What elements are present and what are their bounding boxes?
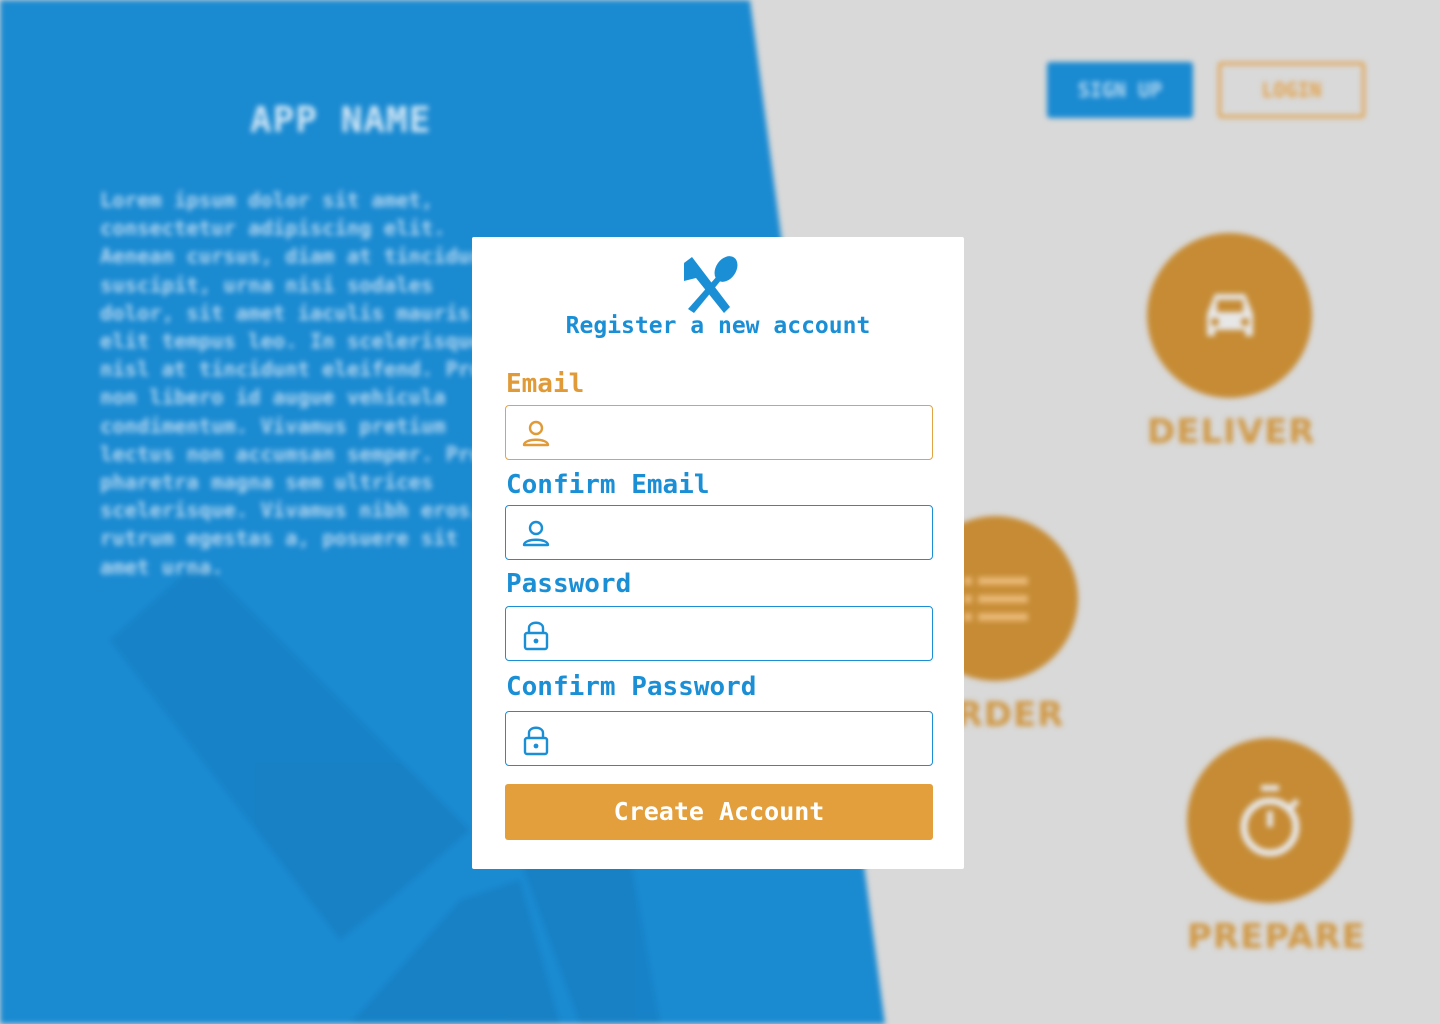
email-input[interactable] [562, 406, 928, 459]
fork-spoon-icon [684, 256, 738, 313]
create-account-button[interactable]: Create Account [505, 784, 933, 840]
confirm-password-field[interactable] [505, 711, 933, 766]
confirm-password-input[interactable] [562, 712, 928, 765]
feature-label: PREPARE [1187, 917, 1366, 957]
user-icon [522, 520, 550, 547]
user-icon [522, 420, 550, 447]
feature-label: DELIVER [1147, 412, 1316, 452]
register-modal: Register a new account Email Confirm Ema… [472, 237, 964, 869]
stopwatch-icon [1240, 784, 1300, 856]
email-field[interactable] [505, 405, 933, 460]
sign-up-button[interactable]: SIGN UP [1047, 62, 1193, 118]
password-input[interactable] [562, 607, 928, 660]
list-icon [963, 576, 1028, 621]
deliver-circle [1147, 233, 1312, 398]
confirm-email-label: Confirm Email [506, 470, 710, 500]
password-label: Password [506, 569, 632, 599]
prepare-circle [1187, 738, 1352, 903]
confirm-password-label: Confirm Password [506, 672, 757, 702]
feature-deliver: DELIVER [1147, 233, 1316, 452]
confirm-email-field[interactable] [505, 505, 933, 560]
app-description: Lorem ipsum dolor sit amet, consectetur … [100, 188, 508, 579]
car-icon [1206, 293, 1253, 336]
lock-icon [523, 621, 549, 651]
email-label: Email [506, 369, 585, 399]
confirm-email-input[interactable] [562, 506, 928, 559]
feature-prepare: PREPARE [1187, 738, 1366, 957]
lock-icon [523, 726, 549, 756]
modal-title: Register a new account [565, 313, 871, 339]
password-field[interactable] [505, 606, 933, 661]
login-button[interactable]: LOGIN [1218, 62, 1365, 118]
app-name: APP NAME [250, 100, 432, 141]
